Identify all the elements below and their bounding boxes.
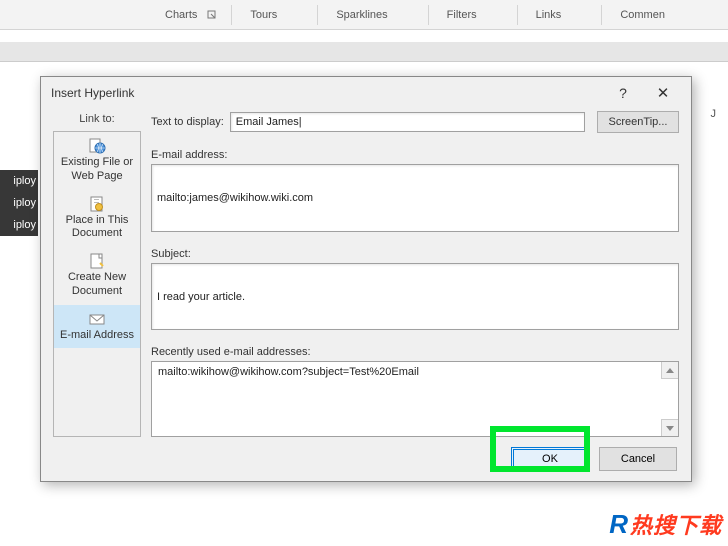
envelope-icon (88, 311, 106, 327)
globe-file-icon (88, 138, 106, 154)
watermark-logo: R (609, 509, 628, 540)
ribbon-group-sparklines: Sparklines (336, 9, 387, 21)
ribbon-separator (428, 5, 429, 25)
cancel-button[interactable]: Cancel (599, 447, 677, 471)
email-address-input[interactable]: mailto:james@wikihow.wiki.com (151, 164, 679, 232)
nav-email-address[interactable]: E-mail Address (54, 305, 140, 349)
recent-addresses-list[interactable]: mailto:wikihow@wikihow.com?subject=Test%… (151, 361, 679, 437)
text-to-display-label: Text to display: (151, 116, 224, 128)
ribbon-group-charts: Charts (165, 9, 197, 21)
selected-cell[interactable]: iploy (0, 214, 38, 236)
nav-place-in-document[interactable]: Place in ThisDocument (54, 190, 140, 248)
close-button[interactable]: ✕ (643, 79, 683, 107)
selected-cell[interactable]: iploy (0, 192, 38, 214)
scroll-down-button[interactable] (661, 419, 678, 436)
screentip-button[interactable]: ScreenTip... (597, 111, 679, 133)
watermark-text: 热搜下载 (630, 508, 722, 540)
recent-address-item[interactable]: mailto:wikihow@wikihow.com?subject=Test%… (158, 366, 419, 378)
ribbon-group-filters: Filters (447, 9, 477, 21)
subject-label: Subject: (151, 248, 679, 260)
help-button[interactable]: ? (603, 79, 643, 107)
column-headers (0, 42, 728, 62)
dialog-titlebar: Insert Hyperlink ? ✕ (41, 77, 691, 109)
dialog-footer: OK Cancel (41, 437, 691, 481)
chevron-down-icon (666, 426, 674, 431)
text-to-display-input[interactable]: Email James (230, 112, 585, 132)
ribbon-group-comments: Commen (620, 9, 665, 21)
watermark: R 热搜下载 (609, 508, 722, 540)
ribbon-separator (517, 5, 518, 25)
column-letter-j: J (711, 108, 717, 120)
ribbon: Charts Tours Sparklines Filters Links Co… (0, 0, 728, 30)
link-to-label: Link to: (53, 113, 141, 125)
scroll-up-button[interactable] (661, 362, 678, 379)
ok-button[interactable]: OK (511, 447, 589, 471)
dialog-launcher-icon[interactable] (207, 10, 217, 20)
recent-label: Recently used e-mail addresses: (151, 346, 679, 358)
ribbon-separator (317, 5, 318, 25)
chevron-up-icon (666, 368, 674, 373)
bookmark-doc-icon (88, 196, 106, 212)
ribbon-separator (231, 5, 232, 25)
ribbon-group-links: Links (536, 9, 562, 21)
ribbon-group-tours: Tours (250, 9, 277, 21)
email-address-label: E-mail address: (151, 149, 679, 161)
selected-cell[interactable]: iploy (0, 170, 38, 192)
new-doc-icon (88, 253, 106, 269)
insert-hyperlink-dialog: Insert Hyperlink ? ✕ Link to: Existing F… (40, 76, 692, 482)
nav-existing-file[interactable]: Existing File orWeb Page (54, 132, 140, 190)
nav-create-new[interactable]: Create NewDocument (54, 247, 140, 305)
dialog-title: Insert Hyperlink (51, 86, 134, 100)
ribbon-separator (601, 5, 602, 25)
subject-input[interactable]: I read your article. (151, 263, 679, 331)
link-to-nav: Existing File orWeb Page Place in ThisDo… (53, 131, 141, 437)
